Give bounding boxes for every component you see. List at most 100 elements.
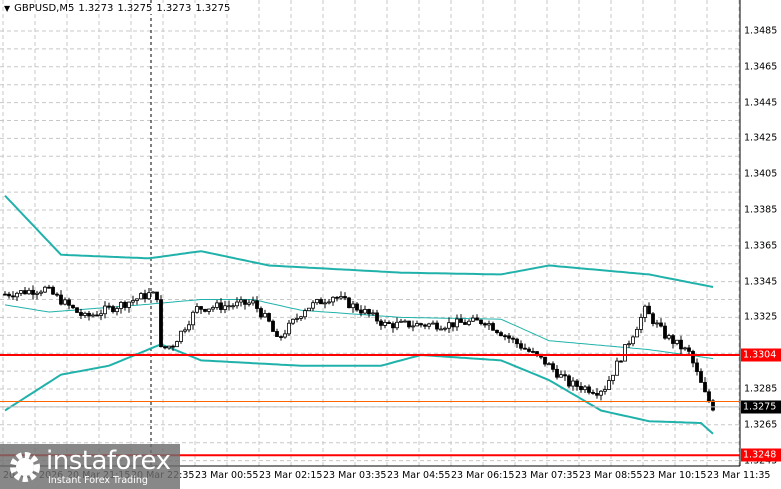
candle-bear bbox=[479, 319, 483, 325]
candle-bull bbox=[291, 318, 295, 324]
candle-bull bbox=[431, 322, 435, 325]
candle-bull bbox=[307, 307, 311, 312]
candle-bear bbox=[355, 303, 359, 311]
candle-bear bbox=[695, 362, 699, 372]
price-tag-current: 1.3275 bbox=[741, 400, 781, 414]
candle-bear bbox=[699, 371, 703, 383]
candle-bear bbox=[11, 295, 15, 298]
candle-bull bbox=[631, 336, 635, 345]
candle-bear bbox=[483, 323, 487, 326]
candle-bear bbox=[143, 293, 147, 300]
price-chart[interactable] bbox=[0, 0, 781, 489]
candle-bull bbox=[115, 308, 119, 313]
candle-bear bbox=[7, 293, 11, 297]
candle-bear bbox=[343, 296, 347, 299]
candle-bull bbox=[383, 321, 387, 326]
candle-bull bbox=[211, 307, 215, 310]
candle-bull bbox=[231, 305, 235, 308]
candle-bear bbox=[347, 297, 351, 309]
candle-bull bbox=[99, 313, 103, 316]
candle-bear bbox=[159, 299, 163, 348]
candle-bear bbox=[543, 356, 547, 365]
candle-bull bbox=[339, 296, 343, 299]
candle-bear bbox=[423, 324, 427, 327]
time-tick-label: 23 Mar 00:55 bbox=[195, 470, 259, 481]
candle-bear bbox=[31, 289, 35, 295]
low-value: 1.3273 bbox=[156, 3, 192, 14]
candle-bear bbox=[155, 291, 159, 301]
candle-bear bbox=[531, 351, 535, 353]
candle-bull bbox=[131, 300, 135, 303]
price-tick-label: 1.3485 bbox=[744, 25, 778, 37]
candle-bull bbox=[411, 325, 415, 328]
candle-bear bbox=[703, 382, 707, 393]
gear-logo-icon bbox=[10, 452, 40, 482]
candle-bull bbox=[83, 312, 87, 316]
candle-bull bbox=[315, 299, 319, 304]
candle-bull bbox=[299, 316, 303, 319]
candle-bear bbox=[679, 339, 683, 350]
candle-bull bbox=[227, 305, 231, 308]
candle-bear bbox=[515, 338, 519, 345]
candle-bull bbox=[183, 329, 187, 332]
candle-bear bbox=[199, 306, 203, 310]
candle-bear bbox=[451, 322, 455, 328]
candle-bear bbox=[563, 374, 567, 377]
candle-bull bbox=[175, 341, 179, 348]
candle-bear bbox=[459, 318, 463, 323]
price-tick-label: 1.3265 bbox=[744, 419, 778, 431]
candle-bear bbox=[663, 325, 667, 339]
candle-bull bbox=[19, 290, 23, 294]
chart-header: ▼ GBPUSD,M5 1.3273 1.3275 1.3273 1.3275 bbox=[4, 3, 231, 14]
candle-bear bbox=[691, 350, 695, 364]
candle-bear bbox=[163, 346, 167, 349]
candle-bull bbox=[487, 323, 491, 326]
candle-bear bbox=[711, 400, 715, 411]
candle-bear bbox=[47, 286, 51, 289]
time-tick-label: 23 Mar 04:55 bbox=[387, 470, 451, 481]
candle-bull bbox=[471, 317, 475, 322]
candle-bear bbox=[551, 363, 555, 370]
candle-bull bbox=[331, 296, 335, 303]
candle-bull bbox=[395, 321, 399, 329]
candle-bear bbox=[687, 347, 691, 352]
candle-bull bbox=[675, 339, 679, 344]
candle-bull bbox=[63, 299, 67, 305]
candle-bear bbox=[567, 375, 571, 387]
candle-bear bbox=[59, 294, 63, 305]
open-value: 1.3273 bbox=[78, 3, 114, 14]
candle-bear bbox=[619, 360, 623, 363]
candle-bear bbox=[107, 305, 111, 308]
candle-bear bbox=[71, 304, 75, 309]
candle-bull bbox=[15, 292, 19, 298]
time-tick-label: 23 Mar 10:15 bbox=[643, 470, 707, 481]
candle-bull bbox=[251, 300, 255, 304]
candle-bear bbox=[511, 337, 515, 340]
candle-bear bbox=[95, 314, 99, 317]
candle-bear bbox=[271, 320, 275, 332]
candle-bull bbox=[427, 323, 431, 327]
candle-bull bbox=[399, 320, 403, 323]
candle-bull bbox=[27, 289, 31, 295]
candle-bull bbox=[127, 301, 131, 308]
dropdown-triangle-icon[interactable]: ▼ bbox=[4, 4, 10, 13]
candle-bull bbox=[195, 306, 199, 313]
candle-bear bbox=[111, 306, 115, 313]
candle-bull bbox=[35, 292, 39, 295]
candle-bull bbox=[643, 305, 647, 318]
candle-bear bbox=[647, 305, 651, 315]
price-tick-label: 1.3445 bbox=[744, 97, 778, 109]
time-tick-label: 23 Mar 06:15 bbox=[451, 470, 515, 481]
candle-bear bbox=[587, 386, 591, 393]
candle-bear bbox=[367, 309, 371, 315]
candle-bear bbox=[359, 309, 363, 314]
price-tick-label: 1.3425 bbox=[744, 132, 778, 144]
candle-bear bbox=[391, 323, 395, 329]
candle-bull bbox=[263, 313, 267, 318]
candle-bear bbox=[595, 393, 599, 396]
candle-bull bbox=[559, 374, 563, 378]
candle-bear bbox=[707, 391, 711, 402]
candle-bull bbox=[327, 301, 331, 304]
candle-bear bbox=[267, 313, 271, 322]
candle-bull bbox=[311, 302, 315, 309]
